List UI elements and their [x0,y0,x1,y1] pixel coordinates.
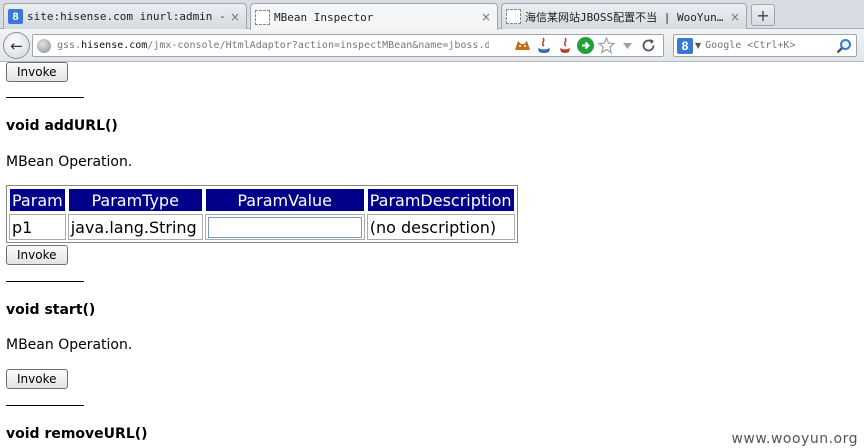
close-tab-icon[interactable]: × [730,10,740,24]
url-text[interactable]: gss.hisense.com/jmx-console/HtmlAdaptor?… [57,40,489,51]
operation-signature: void addURL() [6,118,118,134]
tab-title: 海信某网站JBOSS配置不当 | WooYun… [525,10,724,24]
tomcat-icon[interactable] [514,37,531,54]
param-value-input[interactable] [207,216,362,238]
search-input[interactable] [705,40,836,51]
page-icon [506,9,521,24]
history-dropdown-icon[interactable] [619,37,636,54]
tab-bar: 8 site:hisense.com inurl:admin - G… × MB… [0,0,864,30]
operation-signature: void start() [6,302,96,318]
tab-title: MBean Inspector [274,10,374,24]
param-table-header: Param ParamType ParamValue ParamDescript… [9,188,515,212]
param-type-cell: java.lang.String [67,214,203,240]
google-icon: 8 [8,9,23,24]
tab-mbean-inspector[interactable]: MBean Inspector × [250,3,498,30]
page-icon [255,9,270,25]
tab-wooyun[interactable]: 海信某网站JBOSS配置不当 | WooYun… × [501,3,747,29]
bookmark-star-icon[interactable] [598,37,615,54]
java-icon[interactable] [535,37,552,54]
address-bar-addon-icons [514,37,657,54]
header-param-description: ParamDescription [366,188,515,212]
header-param-value: ParamValue [204,188,365,212]
go-icon[interactable] [577,37,594,54]
search-engine-dropdown-icon[interactable]: ▼ [695,41,701,50]
reload-icon[interactable] [640,37,657,54]
search-bar[interactable]: 8 ▼ [673,34,857,57]
tab-title: site:hisense.com inurl:admin - G… [27,10,226,23]
invoke-button[interactable]: Invoke [6,369,68,389]
header-param: Param [9,188,66,212]
tab-google-search[interactable]: 8 site:hisense.com inurl:admin - G… × [3,3,247,29]
separator [6,281,84,282]
site-identity-icon[interactable] [37,38,51,53]
header-param-type: ParamType [67,188,203,212]
param-description-cell: (no description) [366,214,515,240]
page-content [0,63,864,448]
table-row: p1 java.lang.String (no description) [9,214,515,240]
param-table: Param ParamType ParamValue ParamDescript… [6,185,518,243]
param-name-cell: p1 [9,214,66,240]
close-tab-icon[interactable]: × [230,10,240,24]
separator [6,97,84,98]
new-tab-button[interactable]: + [751,4,775,26]
operation-description: MBean Operation. [6,154,133,170]
address-bar[interactable]: gss.hisense.com/jmx-console/HtmlAdaptor?… [32,34,664,57]
invoke-button[interactable]: Invoke [6,62,68,82]
operation-description: MBean Operation. [6,337,133,353]
back-button[interactable]: ← [3,32,30,59]
invoke-button[interactable]: Invoke [6,245,68,265]
search-icon[interactable] [836,38,852,54]
close-tab-icon[interactable]: × [481,10,491,24]
navigation-bar: ← gss.hisense.com/jmx-console/HtmlAdapto… [0,29,864,62]
java-console-icon[interactable] [556,37,573,54]
operation-signature: void removeURL() [6,426,148,442]
watermark: www.wooyun.org [731,431,858,447]
separator [6,405,84,406]
google-search-engine-icon[interactable]: 8 [677,37,693,54]
param-value-cell [204,214,365,240]
